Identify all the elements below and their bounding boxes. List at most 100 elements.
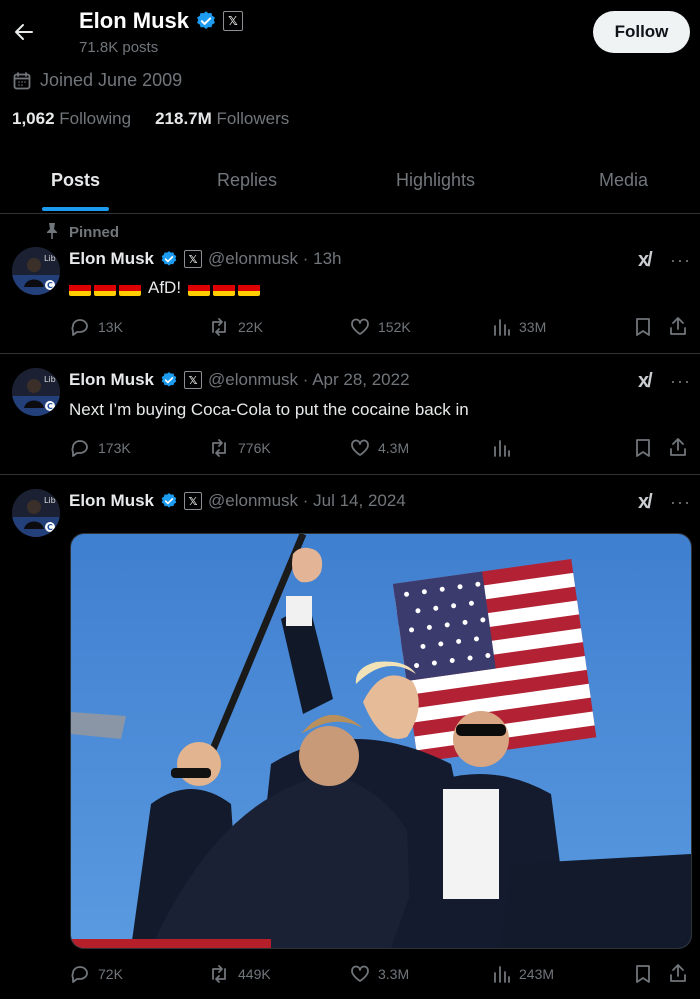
- repost-button[interactable]: 776K: [208, 438, 271, 458]
- post-media-image[interactable]: [70, 533, 692, 949]
- repost-icon: [208, 438, 230, 458]
- reply-button[interactable]: 72K: [70, 964, 123, 984]
- heart-icon: [350, 438, 370, 458]
- bookmark-icon[interactable]: [634, 964, 652, 984]
- tab-replies[interactable]: Replies: [217, 170, 277, 214]
- germany-flag-icon: [238, 280, 261, 296]
- x-affiliate-badge-icon: 𝕏: [184, 250, 203, 268]
- post-header: Elon Musk 𝕏 @elonmusk · Jul 14, 2024: [69, 491, 406, 511]
- germany-flag-icon: [213, 280, 236, 296]
- like-button[interactable]: 3.3M: [350, 964, 409, 984]
- repost-icon: [208, 964, 230, 984]
- heart-icon: [350, 964, 370, 984]
- following-count: 1,062: [12, 109, 55, 128]
- calendar-icon: [12, 71, 32, 91]
- share-icon[interactable]: [668, 437, 688, 457]
- following-label: Following: [59, 109, 132, 128]
- active-tab-indicator: [42, 207, 109, 211]
- followers-count: 218.7M: [155, 109, 212, 128]
- followers-label: Followers: [216, 109, 290, 128]
- reply-icon: [70, 438, 90, 458]
- avatar[interactable]: Lib C: [12, 489, 60, 537]
- post-body-text: Next I’m buying Coca-Cola to put the coc…: [69, 400, 469, 419]
- reply-icon: [70, 964, 90, 984]
- more-options-icon[interactable]: ···: [670, 371, 691, 392]
- repost-count: 449K: [238, 966, 271, 982]
- repost-count: 776K: [238, 440, 271, 456]
- svg-text:C: C: [47, 281, 53, 290]
- following-link[interactable]: 1,062 Following: [12, 109, 131, 129]
- reply-count: 13K: [98, 319, 123, 335]
- grok-icon[interactable]: x/: [638, 370, 653, 393]
- post-header: Elon Musk 𝕏 @elonmusk · Apr 28, 2022: [69, 370, 410, 390]
- views-count: 33M: [519, 319, 547, 335]
- x-affiliate-badge-icon: 𝕏: [184, 492, 203, 510]
- post-author-name[interactable]: Elon Musk: [69, 491, 154, 511]
- post-divider: [0, 353, 700, 354]
- repost-button[interactable]: 22K: [208, 317, 263, 337]
- follow-button[interactable]: Follow: [593, 11, 690, 53]
- back-arrow-icon[interactable]: [12, 20, 36, 44]
- post-handle-time[interactable]: @elonmusk · Apr 28, 2022: [208, 370, 410, 390]
- pin-icon: [44, 222, 60, 240]
- profile-header: Elon Musk 𝕏: [79, 8, 244, 34]
- svg-text:Lib: Lib: [44, 496, 56, 505]
- joined-date: Joined June 2009: [12, 70, 182, 91]
- germany-flag-icon: [119, 280, 141, 296]
- post-divider: [0, 474, 700, 475]
- verified-badge-icon: [160, 250, 178, 268]
- followers-link[interactable]: 218.7M Followers: [155, 109, 289, 129]
- verified-badge-icon: [160, 371, 178, 389]
- views-button[interactable]: 33M: [493, 317, 546, 337]
- views-count: 243M: [519, 966, 555, 982]
- tab-media[interactable]: Media: [599, 170, 648, 214]
- like-button[interactable]: 152K: [350, 317, 411, 337]
- reply-button[interactable]: 13K: [70, 317, 123, 337]
- reply-count: 173K: [98, 440, 131, 456]
- follow-counts: 1,062 Following 218.7M Followers: [12, 109, 289, 129]
- views-button[interactable]: 243M: [493, 964, 554, 984]
- svg-text:C: C: [47, 402, 53, 411]
- more-options-icon[interactable]: ···: [670, 250, 691, 271]
- repost-button[interactable]: 449K: [208, 964, 271, 984]
- post-handle-time[interactable]: @elonmusk · 13h: [208, 249, 342, 269]
- tab-highlights[interactable]: Highlights: [396, 170, 475, 214]
- x-affiliate-badge-icon: 𝕏: [223, 11, 244, 31]
- tabs-divider: [0, 213, 700, 214]
- post-author-name[interactable]: Elon Musk: [69, 370, 154, 390]
- post-text: AfD!: [69, 278, 261, 298]
- verified-badge-icon: [160, 492, 178, 510]
- repost-count: 22K: [238, 319, 263, 335]
- pinned-label: Pinned: [69, 224, 120, 241]
- bookmark-icon[interactable]: [634, 317, 652, 337]
- post-author-name[interactable]: Elon Musk: [69, 249, 154, 269]
- post-handle-time[interactable]: @elonmusk · Jul 14, 2024: [208, 491, 406, 511]
- avatar[interactable]: Lib C: [12, 368, 60, 416]
- profile-name: Elon Musk: [79, 8, 190, 33]
- svg-text:Lib: Lib: [44, 254, 56, 263]
- like-count: 4.3M: [378, 440, 410, 456]
- views-icon: [493, 317, 511, 337]
- like-count: 3.3M: [378, 966, 410, 982]
- bookmark-icon[interactable]: [634, 438, 652, 458]
- joined-text: Joined June 2009: [40, 70, 183, 90]
- grok-icon[interactable]: x/: [638, 491, 653, 514]
- post-header: Elon Musk 𝕏 @elonmusk · 13h: [69, 249, 342, 269]
- grok-icon[interactable]: x/: [638, 249, 653, 272]
- views-button[interactable]: [493, 438, 511, 458]
- like-count: 152K: [378, 319, 411, 335]
- reply-button[interactable]: 173K: [70, 438, 131, 458]
- repost-icon: [208, 317, 230, 337]
- share-icon[interactable]: [668, 963, 688, 983]
- heart-icon: [350, 317, 370, 337]
- posts-count: 71.8K posts: [79, 39, 159, 56]
- avatar[interactable]: Lib C: [12, 247, 60, 295]
- germany-flag-icon: [69, 280, 91, 296]
- share-icon[interactable]: [668, 316, 688, 336]
- x-affiliate-badge-icon: 𝕏: [184, 371, 203, 389]
- more-options-icon[interactable]: ···: [670, 492, 691, 513]
- views-icon: [493, 964, 511, 984]
- like-button[interactable]: 4.3M: [350, 438, 409, 458]
- germany-flag-icon: [94, 280, 116, 296]
- svg-text:Lib: Lib: [44, 375, 56, 384]
